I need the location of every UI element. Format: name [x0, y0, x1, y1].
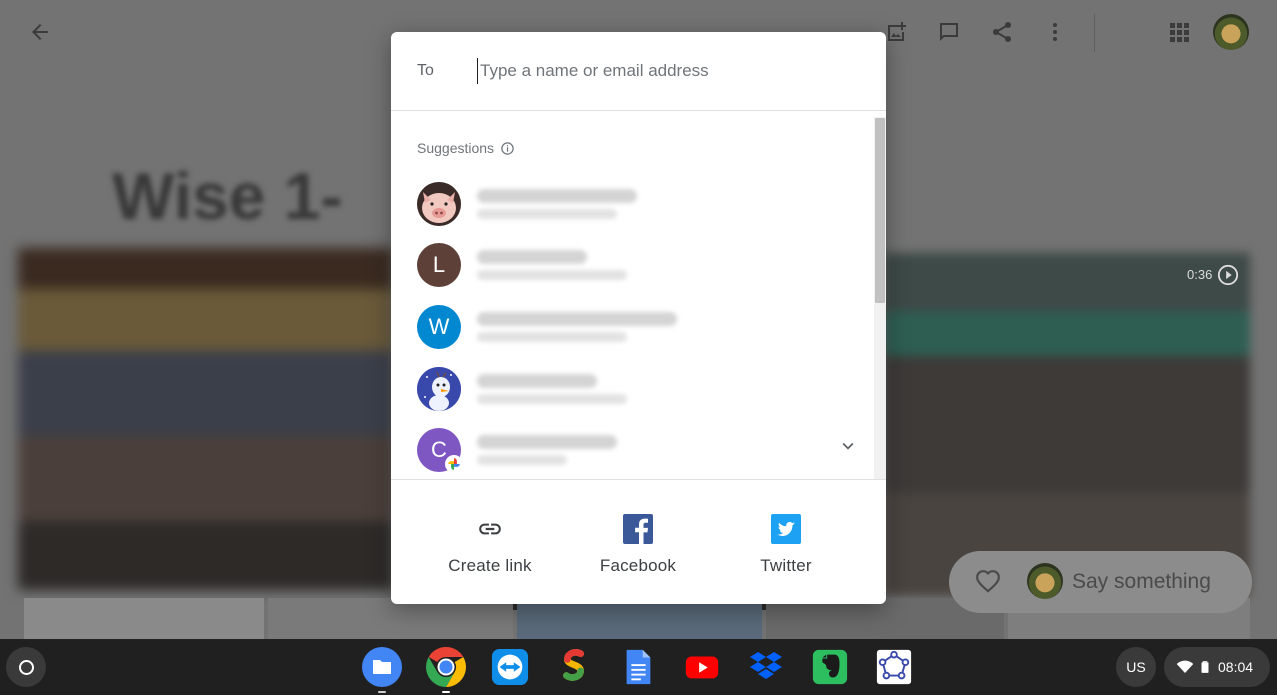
account-avatar[interactable]: [1213, 14, 1249, 50]
create-link-label: Create link: [448, 556, 532, 575]
launcher-circle-icon: [18, 659, 34, 675]
contact-avatar: [417, 367, 461, 411]
contact-email-redacted: [477, 270, 627, 280]
facebook-share-button[interactable]: Facebook: [564, 480, 712, 604]
share-dialog: To Suggestions: [391, 32, 886, 604]
youtube-app[interactable]: [682, 647, 722, 687]
files-icon: [362, 647, 402, 687]
launcher-button[interactable]: [6, 647, 46, 687]
battery-icon: [1201, 661, 1209, 673]
chromeos-shelf: US 08:04: [0, 639, 1277, 695]
contact-email-redacted: [477, 394, 627, 404]
contact-name-redacted: [477, 312, 677, 326]
chrome-icon: [426, 647, 466, 687]
chevron-down-icon[interactable]: [837, 435, 859, 457]
contact-name-redacted: [477, 189, 637, 203]
twitter-label: Twitter: [760, 556, 812, 575]
pig-avatar-icon: [417, 182, 461, 226]
suggested-contact[interactable]: [417, 179, 857, 229]
contact-name-redacted: [477, 374, 597, 388]
running-indicator: [442, 691, 450, 693]
suggestions-header: Suggestions: [417, 140, 515, 156]
create-link-button[interactable]: Create link: [416, 480, 564, 604]
video-duration: 0:36: [1187, 267, 1213, 282]
suggested-contact[interactable]: L: [417, 240, 857, 290]
evernote-icon: [812, 649, 848, 685]
commenter-avatar: [1027, 563, 1063, 599]
facebook-icon: [623, 514, 653, 544]
share-icon[interactable]: [988, 18, 1016, 46]
back-arrow-icon[interactable]: [26, 18, 54, 46]
sketchbook-app[interactable]: [554, 647, 594, 687]
dropbox-app[interactable]: [746, 647, 786, 687]
contact-avatar: L: [417, 243, 461, 287]
heart-icon[interactable]: [975, 569, 1001, 595]
teamviewer-app[interactable]: [490, 647, 530, 687]
recipient-row: To: [391, 32, 886, 111]
link-icon: [479, 523, 501, 535]
more-vert-icon[interactable]: [1041, 18, 1069, 46]
input-method-label: US: [1126, 659, 1146, 675]
twitter-share-button[interactable]: Twitter: [712, 480, 860, 604]
status-tray[interactable]: 08:04: [1164, 647, 1270, 687]
contact-avatar: [417, 182, 461, 226]
snowman-avatar-icon: [417, 367, 461, 411]
clock-time: 08:04: [1218, 659, 1254, 675]
contact-email-redacted: [477, 455, 567, 465]
album-photo[interactable]: [18, 248, 393, 590]
wifi-icon: [1176, 660, 1194, 673]
graph-app-icon: [876, 649, 912, 685]
add-photos-icon[interactable]: [882, 18, 910, 46]
suggested-contact[interactable]: [417, 364, 857, 414]
google-photos-icon: [445, 455, 463, 473]
suggestions-list: Suggestions L W C: [391, 111, 886, 479]
comment-placeholder[interactable]: Say something: [1072, 570, 1211, 594]
files-app[interactable]: [362, 647, 402, 687]
evernote-app[interactable]: [810, 647, 850, 687]
album-title: Wise 1-: [112, 159, 343, 233]
scrollbar-thumb[interactable]: [875, 118, 885, 303]
suggestions-label: Suggestions: [417, 140, 495, 156]
info-icon[interactable]: [500, 141, 515, 156]
comment-icon[interactable]: [935, 18, 963, 46]
running-indicator: [378, 691, 386, 693]
graph-app[interactable]: [874, 647, 914, 687]
album-photo[interactable]: [517, 598, 762, 639]
recipient-input[interactable]: [477, 58, 860, 84]
contact-email-redacted: [477, 332, 627, 342]
play-circle-icon: [1217, 264, 1239, 286]
to-label: To: [417, 62, 434, 79]
facebook-label: Facebook: [599, 556, 677, 575]
album-video[interactable]: [884, 253, 1250, 596]
chrome-app[interactable]: [426, 647, 466, 687]
suggested-contact[interactable]: W: [417, 302, 857, 352]
twitter-icon: [771, 514, 801, 544]
share-actions: Create link Facebook Twitter: [391, 479, 886, 604]
docs-icon: [626, 649, 651, 685]
toolbar-divider: [1094, 14, 1095, 52]
suggested-contact[interactable]: C: [417, 425, 857, 475]
contact-name-redacted: [477, 250, 587, 264]
docs-app[interactable]: [618, 647, 658, 687]
dropbox-icon: [750, 652, 782, 679]
sketchbook-icon: [563, 649, 584, 681]
album-photo[interactable]: [268, 598, 513, 639]
youtube-icon: [685, 656, 719, 679]
contact-email-redacted: [477, 209, 617, 219]
contact-avatar: W: [417, 305, 461, 349]
teamviewer-icon: [491, 648, 529, 686]
input-method-button[interactable]: US: [1116, 647, 1156, 687]
album-photo[interactable]: [24, 598, 264, 639]
apps-grid-icon[interactable]: [1165, 18, 1193, 46]
contact-name-redacted: [477, 435, 617, 449]
